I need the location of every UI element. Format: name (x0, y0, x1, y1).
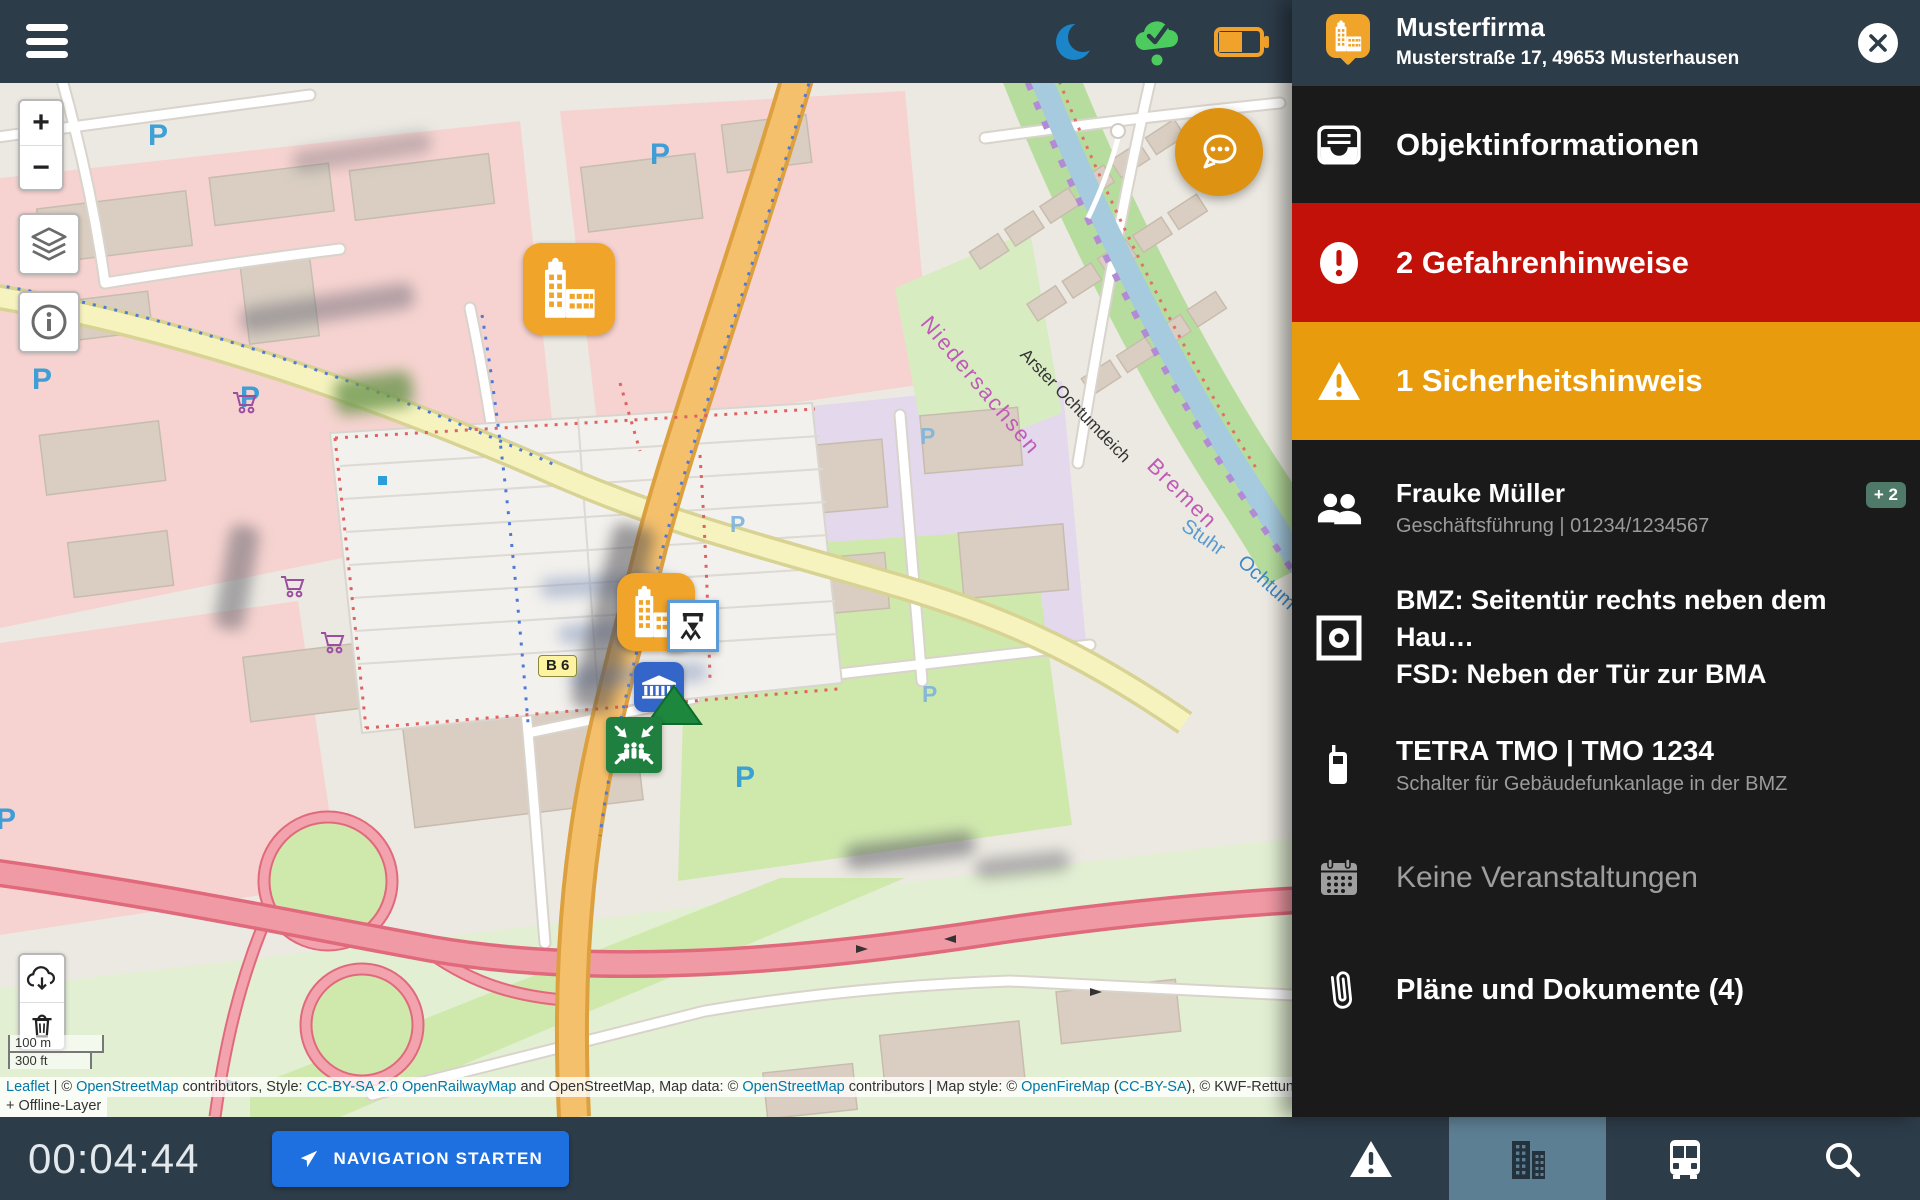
bmz-location: BMZ: Seitentür rechts neben dem Hau… (1396, 582, 1896, 656)
battery-half-icon (1214, 27, 1270, 57)
start-navigation-label: NAVIGATION STARTEN (334, 1149, 544, 1169)
fsd-location: FSD: Neben der Tür zur BMA (1396, 656, 1896, 693)
osm-link[interactable]: OpenStreetMap (76, 1079, 178, 1095)
building-marker-icon (1326, 14, 1370, 58)
row-title: 2 Gefahrenhinweise (1396, 245, 1713, 281)
ccbysa-link[interactable]: CC-BY-SA (1119, 1079, 1187, 1095)
mission-timer: 00:04:44 (28, 1135, 200, 1183)
shopping-cart-icon (232, 391, 258, 415)
osm-link2[interactable]: OpenStreetMap (742, 1079, 844, 1095)
map-attribution: Leaflet | © OpenStreetMap contributors, … (0, 1077, 1292, 1117)
chat-bubble-icon (1196, 129, 1242, 175)
top-bar (0, 0, 1292, 83)
cloud-download-icon (26, 966, 58, 992)
cloud-sync-ok-icon (1132, 14, 1184, 70)
road-ref-badge: B 6 (538, 655, 577, 677)
tab-vehicles[interactable] (1606, 1117, 1763, 1200)
building-marker-orange-north[interactable] (523, 243, 615, 335)
row-title: Pläne und Dokumente (4) (1396, 974, 1768, 1007)
openfiremap-link[interactable]: OpenFireMap (1021, 1079, 1110, 1095)
app-window: Niedersachsen Arster Ochtumdeich Bremen … (0, 0, 1920, 1200)
row-bmz-fsd[interactable]: BMZ: Seitentür rechts neben dem Hau… FSD… (1292, 575, 1920, 700)
close-sidebar-button[interactable] (1858, 23, 1898, 63)
info-button[interactable] (20, 293, 78, 351)
tab-warnings[interactable] (1292, 1117, 1449, 1200)
bus-icon (1664, 1137, 1706, 1181)
navigation-arrow-icon (298, 1148, 320, 1170)
people-icon (1316, 490, 1362, 526)
minus-icon: − (32, 151, 50, 185)
info-icon (30, 303, 68, 341)
row-danger-notes[interactable]: 2 Gefahrenhinweise (1292, 203, 1920, 322)
row-security-notes[interactable]: 1 Sicherheitshinweis (1292, 322, 1920, 440)
object-sidebar: Musterfirma Musterstraße 17, 49653 Muste… (1292, 0, 1920, 1117)
map-scale-control: 100 m 300 ft (8, 1035, 104, 1069)
row-title: Keine Veranstaltungen (1396, 861, 1722, 895)
attribution-line2: + Offline-Layer (0, 1097, 107, 1117)
status-icon-group (1050, 0, 1270, 83)
radio-note: Schalter für Gebäudefunkanlage in der BM… (1396, 773, 1787, 796)
row-contact[interactable]: Frauke Müller Geschäftsführung | 01234/1… (1292, 440, 1920, 575)
inbox-icon (1316, 124, 1362, 166)
map-canvas[interactable]: Niedersachsen Arster Ochtumdeich Bremen … (0, 83, 1292, 1117)
attribution-line1: Leaflet | © OpenStreetMap contributors, … (0, 1077, 1292, 1097)
sidebar-tab-bar (1292, 1117, 1920, 1200)
close-icon (1868, 33, 1888, 53)
object-address: Musterstraße 17, 49653 Musterhausen (1396, 48, 1739, 70)
row-title: Objektinformationen (1396, 127, 1723, 163)
start-navigation-button[interactable]: NAVIGATION STARTEN (272, 1131, 570, 1187)
suction-point-icon[interactable] (667, 600, 719, 652)
search-icon (1821, 1138, 1863, 1180)
sidebar-header: Musterfirma Musterstraße 17, 49653 Muste… (1292, 0, 1920, 86)
tab-search[interactable] (1763, 1117, 1920, 1200)
plus-icon: + (32, 106, 50, 140)
offline-download-button[interactable] (20, 955, 64, 1002)
row-events[interactable]: Keine Veranstaltungen (1292, 830, 1920, 925)
radio-handset-icon (1316, 743, 1362, 787)
contact-role-phone: Geschäftsführung | 01234/1234567 (1396, 515, 1709, 538)
zoom-in-button[interactable]: + (20, 101, 62, 145)
layers-button[interactable] (20, 215, 78, 273)
assembly-point-icon[interactable] (606, 717, 662, 773)
warning-triangle-icon (1316, 360, 1362, 402)
shopping-cart-icon (280, 575, 306, 599)
contact-name: Frauke Müller (1396, 478, 1709, 509)
radio-channel: TETRA TMO | TMO 1234 (1396, 735, 1787, 767)
zoom-out-button[interactable]: − (20, 145, 62, 189)
moon-icon (1050, 16, 1102, 68)
leaflet-link[interactable]: Leaflet (6, 1079, 50, 1095)
zoom-control: + − (18, 99, 64, 191)
object-title: Musterfirma (1396, 12, 1545, 43)
info-control (18, 291, 80, 353)
bottom-bar: 00:04:44 NAVIGATION STARTEN (0, 1117, 1292, 1200)
bmz-panel-icon (1316, 615, 1362, 661)
openrailwaymap-link[interactable]: CC-BY-SA 2.0 OpenRailwayMap (307, 1079, 517, 1095)
paperclip-icon (1316, 966, 1362, 1014)
row-documents[interactable]: Pläne und Dokumente (4) (1292, 925, 1920, 1055)
buildings-icon (1507, 1137, 1549, 1181)
more-contacts-badge[interactable]: + 2 (1866, 482, 1906, 508)
hamburger-menu-icon[interactable] (26, 24, 68, 58)
tab-objects[interactable] (1449, 1117, 1606, 1200)
row-title: 1 Sicherheitshinweis (1396, 363, 1727, 399)
layers-icon (29, 226, 69, 262)
warning-triangle-icon (1348, 1138, 1394, 1180)
row-object-information[interactable]: Objektinformationen (1292, 86, 1920, 203)
shopping-cart-icon (320, 631, 346, 655)
chat-fab-button[interactable] (1175, 108, 1263, 196)
scale-imperial: 300 ft (8, 1051, 92, 1069)
error-circle-icon (1316, 241, 1362, 285)
layers-control (18, 213, 80, 275)
calendar-icon (1316, 857, 1362, 899)
row-radio[interactable]: TETRA TMO | TMO 1234 Schalter für Gebäud… (1292, 700, 1920, 830)
